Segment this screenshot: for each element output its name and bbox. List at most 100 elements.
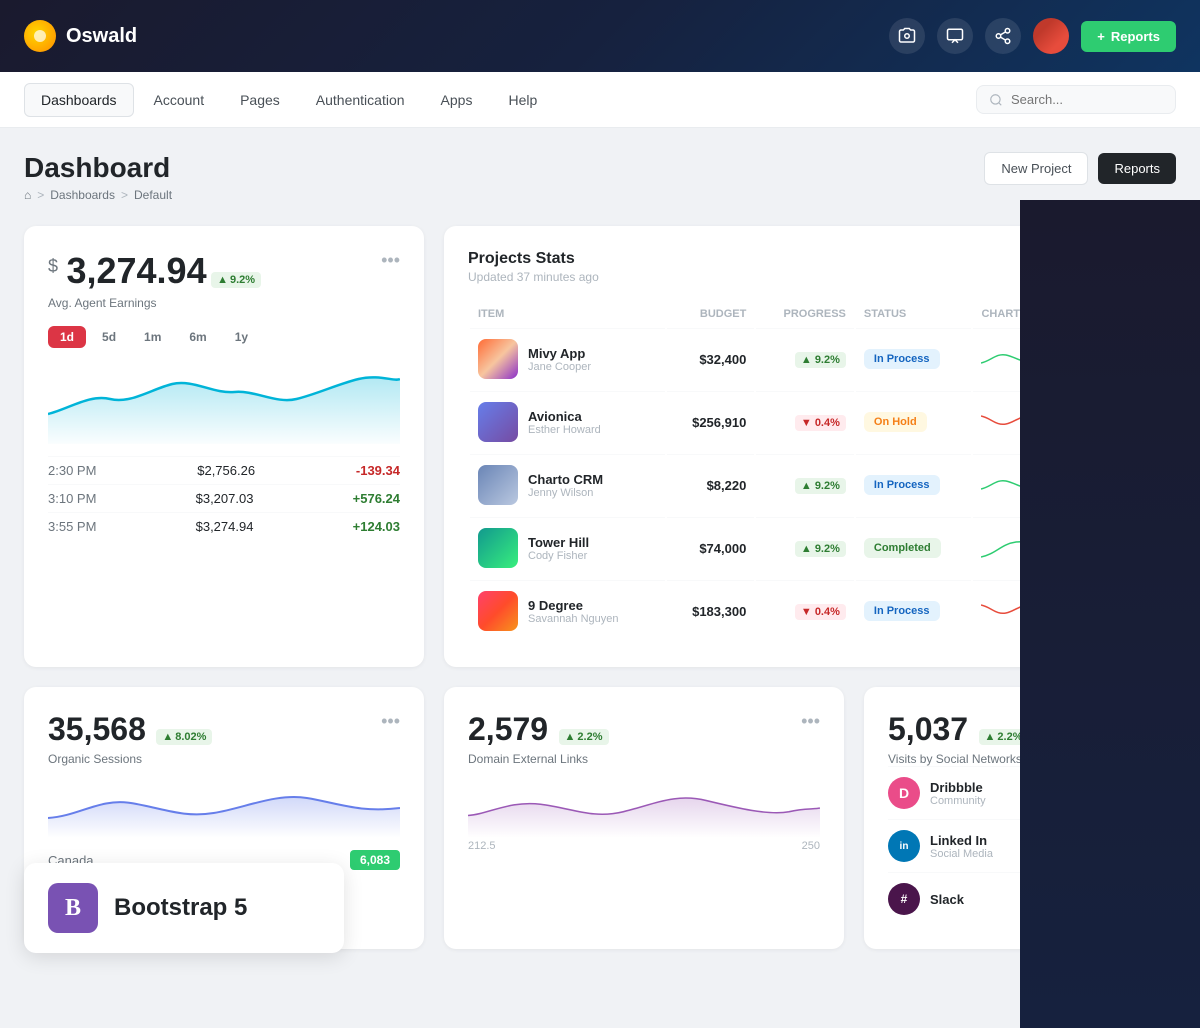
earnings-row-1: 2:30 PM $2,756.26 -139.34 <box>48 456 400 484</box>
status-badge: On Hold <box>864 412 927 432</box>
reports-button[interactable]: Reports <box>1098 153 1176 184</box>
chart-svg <box>48 364 400 444</box>
breadcrumb-default: Default <box>134 188 172 202</box>
nav-help[interactable]: Help <box>492 84 553 116</box>
earnings-badge: ▲ 9.2% <box>211 272 261 288</box>
bootstrap-text: Bootstrap 5 <box>114 894 247 922</box>
linkedin-icon: in <box>888 830 920 862</box>
earnings-header: $ 3,274.94 ▲ 9.2% Avg. Agent Earnings ••… <box>48 250 400 310</box>
projects-title-area: Projects Stats Updated 37 minutes ago <box>468 250 599 284</box>
avatar[interactable] <box>1033 18 1069 54</box>
time-filter: 1d 5d 1m 6m 1y <box>48 326 400 348</box>
top-actions: + Reports <box>889 18 1176 54</box>
country-value: 6,083 <box>350 850 400 870</box>
domain-label: Domain External Links <box>468 752 609 766</box>
bootstrap-icon: B <box>48 883 98 933</box>
nav-bar: Dashboards Account Pages Authentication … <box>0 72 1200 128</box>
domain-chart <box>468 778 820 838</box>
time-5d[interactable]: 5d <box>90 326 128 348</box>
nav-pages[interactable]: Pages <box>224 84 296 116</box>
app-name: Oswald <box>66 25 137 48</box>
new-project-button[interactable]: New Project <box>984 152 1088 185</box>
project-item: Avionica Esther Howard <box>478 402 657 442</box>
earnings-info: $ 3,274.94 ▲ 9.2% Avg. Agent Earnings <box>48 250 261 310</box>
page-title: Dashboard <box>24 152 172 184</box>
project-item: Mivy App Jane Cooper <box>478 339 657 379</box>
earnings-amount: 3,274.94 <box>66 250 206 291</box>
home-icon: ⌂ <box>24 188 31 202</box>
plus-icon: + <box>1097 29 1105 44</box>
projects-updated: Updated 37 minutes ago <box>468 270 599 284</box>
page-header: Dashboard ⌂ > Dashboards > Default New P… <box>24 152 1176 202</box>
page-title-area: Dashboard ⌂ > Dashboards > Default <box>24 152 172 202</box>
cards-row: $ 3,274.94 ▲ 9.2% Avg. Agent Earnings ••… <box>24 226 1176 667</box>
earnings-row-3: 3:55 PM $3,274.94 +124.03 <box>48 512 400 540</box>
bootstrap-overlay: B Bootstrap 5 <box>24 863 344 953</box>
search-input[interactable] <box>1011 92 1161 107</box>
breadcrumb: ⌂ > Dashboards > Default <box>24 188 172 202</box>
monitor-icon-btn[interactable] <box>937 18 973 54</box>
project-icon-avionica <box>478 402 518 442</box>
dark-overlay <box>1020 200 1200 1028</box>
nav-dashboards[interactable]: Dashboards <box>24 83 134 117</box>
organic-number: 35,568 <box>48 711 146 747</box>
header-buttons: New Project Reports <box>984 152 1176 185</box>
project-icon-tower <box>478 528 518 568</box>
earnings-table: 2:30 PM $2,756.26 -139.34 3:10 PM $3,207… <box>48 456 400 540</box>
dollar-sign: $ <box>48 256 58 277</box>
project-icon-9degree <box>478 591 518 631</box>
earnings-row-2: 3:10 PM $3,207.03 +576.24 <box>48 484 400 512</box>
dribbble-icon: D <box>888 777 920 809</box>
social-number: 5,037 <box>888 711 968 747</box>
domain-more-btn[interactable]: ••• <box>801 711 820 732</box>
social-number-row: 5,037 ▲ 2.2% <box>888 711 1029 748</box>
slack-icon: # <box>888 883 920 915</box>
organic-badge: ▲ 8.02% <box>156 729 212 745</box>
camera-icon-btn[interactable] <box>889 18 925 54</box>
organic-chart <box>48 778 400 838</box>
status-badge: In Process <box>864 475 940 495</box>
earnings-label: Avg. Agent Earnings <box>48 296 261 310</box>
earnings-amount-row: $ 3,274.94 ▲ 9.2% <box>48 250 261 292</box>
project-icon-mivy <box>478 339 518 379</box>
domain-number-row: 2,579 ▲ 2.2% <box>468 711 609 748</box>
status-badge: In Process <box>864 349 940 369</box>
nav-apps[interactable]: Apps <box>425 84 489 116</box>
earnings-card: $ 3,274.94 ▲ 9.2% Avg. Agent Earnings ••… <box>24 226 424 667</box>
organic-header: 35,568 ▲ 8.02% Organic Sessions ••• <box>48 711 400 766</box>
organic-number-row: 35,568 ▲ 8.02% <box>48 711 212 748</box>
logo-area: Oswald <box>24 20 137 52</box>
organic-more-btn[interactable]: ••• <box>381 711 400 732</box>
logo-icon <box>24 20 56 52</box>
col-status: STATUS <box>856 302 972 326</box>
search-icon <box>989 93 1003 107</box>
projects-title: Projects Stats <box>468 250 599 268</box>
breadcrumb-dashboards: Dashboards <box>50 188 115 202</box>
status-badge: Completed <box>864 538 941 558</box>
col-progress: PROGRESS <box>756 302 854 326</box>
invite-button[interactable]: + Reports <box>1081 21 1176 52</box>
col-budget: BUDGET <box>667 302 754 326</box>
domain-number: 2,579 <box>468 711 548 747</box>
nav-authentication[interactable]: Authentication <box>300 84 421 116</box>
more-button[interactable]: ••• <box>381 250 400 271</box>
domain-header: 2,579 ▲ 2.2% Domain External Links ••• <box>468 711 820 766</box>
project-item: Tower Hill Cody Fisher <box>478 528 657 568</box>
time-1d[interactable]: 1d <box>48 326 86 348</box>
domain-links-card: 2,579 ▲ 2.2% Domain External Links ••• <box>444 687 844 949</box>
project-item: Charto CRM Jenny Wilson <box>478 465 657 505</box>
nav-links: Dashboards Account Pages Authentication … <box>24 83 553 117</box>
social-label: Visits by Social Networks <box>888 752 1029 766</box>
time-1y[interactable]: 1y <box>223 326 260 348</box>
col-item: ITEM <box>470 302 665 326</box>
nav-account[interactable]: Account <box>138 84 221 116</box>
share-icon-btn[interactable] <box>985 18 1021 54</box>
project-item: 9 Degree Savannah Nguyen <box>478 591 657 631</box>
project-icon-charto <box>478 465 518 505</box>
time-6m[interactable]: 6m <box>177 326 218 348</box>
time-1m[interactable]: 1m <box>132 326 173 348</box>
domain-badge: ▲ 2.2% <box>559 729 609 745</box>
top-bar: Oswald + Reports <box>0 0 1200 72</box>
search-box <box>976 85 1176 114</box>
earnings-chart <box>48 364 400 444</box>
